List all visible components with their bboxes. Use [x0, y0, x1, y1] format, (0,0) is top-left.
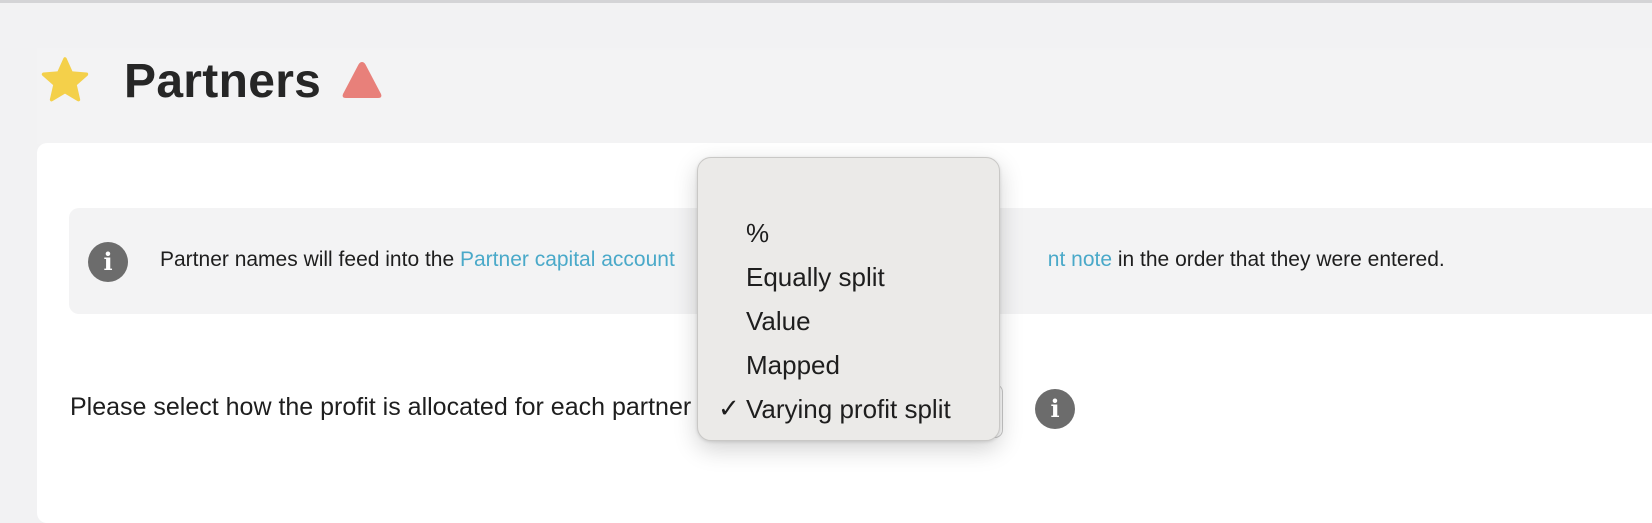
- option-label: Mapped: [746, 350, 840, 380]
- info-icon: i: [88, 242, 128, 282]
- dropdown-option-percent[interactable]: %: [698, 212, 999, 254]
- profit-allocation-label: Please select how the profit is allocate…: [70, 393, 692, 421]
- option-label: %: [746, 218, 770, 248]
- star-icon[interactable]: [38, 55, 92, 107]
- page-title: Partners: [124, 55, 322, 108]
- dropdown-option-value[interactable]: Value: [698, 300, 999, 342]
- option-label: Equally split: [746, 262, 885, 292]
- info-text-after: in the order that they were entered.: [1112, 248, 1445, 271]
- dropdown-option-varying-profit-split[interactable]: ✓ Varying profit split: [698, 388, 999, 430]
- info-icon[interactable]: i: [1035, 389, 1075, 429]
- warning-triangle-icon[interactable]: [340, 59, 384, 101]
- profit-allocation-dropdown[interactable]: % Equally split Value Mapped ✓ Varying p…: [697, 157, 1000, 441]
- info-text-before: Partner names will feed into the: [160, 248, 460, 271]
- checkmark-icon: ✓: [718, 394, 740, 424]
- option-label: Value: [746, 306, 811, 336]
- dropdown-option-equally-split[interactable]: Equally split: [698, 256, 999, 298]
- dropdown-option-mapped[interactable]: Mapped: [698, 344, 999, 386]
- partner-capital-account-link[interactable]: Partner capital account: [460, 248, 675, 271]
- note-link[interactable]: nt note: [1048, 248, 1112, 271]
- top-border: [0, 0, 1652, 3]
- option-label: Varying profit split: [746, 394, 951, 424]
